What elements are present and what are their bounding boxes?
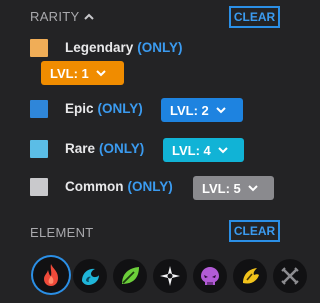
leaf-icon	[122, 267, 139, 284]
element-clear-button[interactable]: CLEAR	[229, 220, 280, 242]
only-link[interactable]: (ONLY)	[98, 101, 143, 116]
epic-level-dropdown[interactable]: LVL: 2	[161, 98, 243, 122]
element-dark[interactable]	[193, 259, 227, 293]
chevron-down-icon	[248, 184, 258, 191]
element-electric[interactable]	[233, 259, 267, 293]
rarity-item-legendary[interactable]: Legendary (ONLY)	[65, 40, 183, 55]
level-value: LVL: 2	[170, 102, 209, 118]
common-swatch[interactable]	[30, 178, 48, 196]
water-icon	[82, 268, 99, 285]
neutral-icon	[281, 267, 299, 285]
only-link[interactable]: (ONLY)	[137, 40, 182, 55]
rarity-name: Legendary	[65, 40, 134, 55]
rarity-item-rare[interactable]: Rare (ONLY)	[65, 141, 144, 156]
element-leaf[interactable]	[113, 259, 147, 293]
chevron-down-icon	[218, 146, 228, 153]
only-link[interactable]: (ONLY)	[128, 179, 173, 194]
rare-level-dropdown[interactable]: LVL: 4	[163, 138, 244, 162]
light-icon	[160, 266, 180, 286]
rarity-name: Rare	[65, 141, 96, 156]
rarity-name: Epic	[65, 101, 94, 116]
rarity-item-common[interactable]: Common (ONLY)	[65, 179, 173, 194]
legendary-level-dropdown[interactable]: LVL: 1	[41, 61, 124, 85]
common-level-dropdown[interactable]: LVL: 5	[193, 176, 274, 200]
rarity-name: Common	[65, 179, 124, 194]
fire-icon	[44, 264, 58, 286]
element-water[interactable]	[73, 259, 107, 293]
element-neutral[interactable]	[273, 259, 307, 293]
legendary-swatch[interactable]	[30, 39, 48, 57]
rare-swatch[interactable]	[30, 140, 48, 158]
element-heading: ELEMENT	[30, 225, 94, 240]
level-value: LVL: 1	[50, 65, 89, 81]
chevron-down-icon	[216, 106, 226, 113]
rarity-clear-button[interactable]: CLEAR	[229, 6, 280, 28]
rarity-heading: RARITY	[30, 9, 80, 24]
dark-icon	[201, 267, 219, 285]
epic-swatch[interactable]	[30, 100, 48, 118]
chevron-down-icon	[96, 69, 106, 76]
level-value: LVL: 5	[202, 180, 241, 196]
element-light[interactable]	[153, 259, 187, 293]
element-fire[interactable]	[33, 257, 69, 293]
chevron-up-icon[interactable]	[84, 12, 94, 22]
only-link[interactable]: (ONLY)	[99, 141, 144, 156]
electric-icon	[243, 268, 259, 284]
level-value: LVL: 4	[172, 142, 211, 158]
filter-panel: RARITY CLEAR Legendary (ONLY) LVL: 1 Epic…	[0, 0, 320, 303]
rarity-item-epic[interactable]: Epic (ONLY)	[65, 101, 143, 116]
